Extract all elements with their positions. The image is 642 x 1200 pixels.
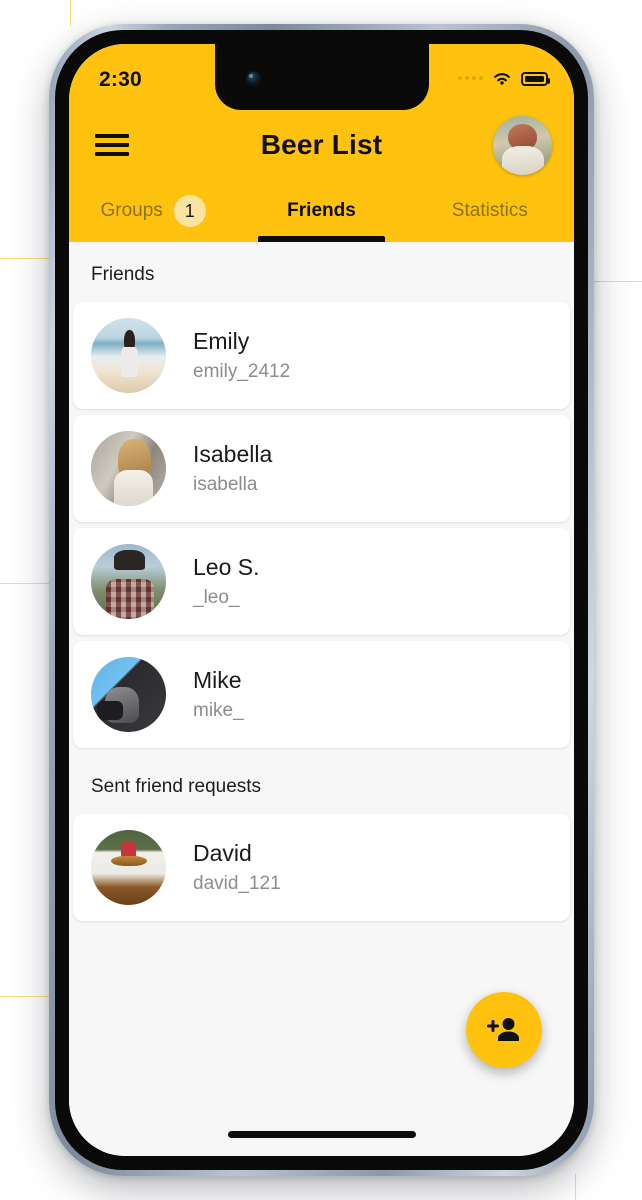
phone-device-frame: 2:30 Beer List Groups 1 Friends Statisti…: [49, 24, 594, 1176]
display-notch: [214, 44, 429, 110]
list-item-name: David: [193, 840, 252, 867]
tab-statistics[interactable]: Statistics: [406, 180, 574, 242]
home-indicator[interactable]: [227, 1131, 416, 1138]
list-item-text: Leo S. _leo_: [193, 553, 260, 610]
avatar-david: [91, 830, 166, 905]
tab-statistics-label: Statistics: [451, 200, 528, 221]
list-item-name: Leo S.: [193, 554, 260, 581]
screenshot-canvas: 2:30 Beer List Groups 1 Friends Statisti…: [0, 0, 642, 1200]
list-item[interactable]: Emily emily_2412: [73, 302, 570, 409]
list-item[interactable]: Leo S. _leo_: [73, 528, 570, 635]
battery-full-icon: [521, 71, 550, 86]
tab-bar: Groups 1 Friends Statistics: [69, 180, 574, 242]
status-bar-indicators: [458, 71, 550, 86]
tab-friends[interactable]: Friends: [237, 180, 405, 242]
user-profile-avatar[interactable]: [493, 115, 552, 175]
alignment-guide: [70, 0, 71, 26]
avatar-mike: [91, 657, 166, 732]
tab-groups[interactable]: Groups 1: [69, 180, 237, 242]
tab-friends-label: Friends: [287, 200, 356, 221]
list-item-text: Emily emily_2412: [193, 327, 290, 384]
phone-screen: 2:30 Beer List Groups 1 Friends Statisti…: [69, 44, 574, 1156]
list-item-username: mike_: [193, 699, 244, 721]
hamburger-menu-icon[interactable]: [95, 132, 129, 158]
section-header-sent-friend-requests: Sent friend requests: [69, 754, 574, 814]
list-item-text: David david_121: [193, 839, 281, 896]
list-item-name: Mike: [193, 667, 242, 694]
list-item-name: Isabella: [193, 441, 273, 468]
alignment-guide: [575, 1174, 576, 1200]
list-item-username: david_121: [193, 872, 281, 894]
tab-groups-badge: 1: [173, 195, 206, 227]
avatar-emily: [91, 318, 166, 393]
list-item-name: Emily: [193, 328, 250, 355]
list-item[interactable]: Isabella isabella: [73, 415, 570, 522]
section-header-friends: Friends: [69, 242, 574, 302]
list-item[interactable]: David david_121: [73, 814, 570, 921]
navigation-bar: Beer List: [69, 110, 574, 180]
cellular-dots-icon: [458, 76, 483, 80]
status-bar-clock: 2:30: [99, 67, 142, 91]
avatar-isabella: [91, 431, 166, 506]
list-item[interactable]: Mike mike_: [73, 641, 570, 748]
list-item-username: isabella: [193, 473, 258, 495]
wifi-icon: [494, 73, 510, 85]
phone-bezel: 2:30 Beer List Groups 1 Friends Statisti…: [55, 30, 588, 1170]
person-add-icon: [487, 1018, 519, 1041]
list-item-text: Isabella isabella: [193, 440, 272, 497]
list-item-text: Mike mike_: [193, 666, 244, 723]
front-camera-icon: [246, 72, 260, 85]
tab-groups-label: Groups: [100, 200, 163, 221]
list-item-username: emily_2412: [193, 360, 291, 382]
avatar-leo: [91, 544, 166, 619]
add-friend-fab[interactable]: [466, 992, 542, 1068]
list-item-username: _leo_: [193, 586, 240, 608]
